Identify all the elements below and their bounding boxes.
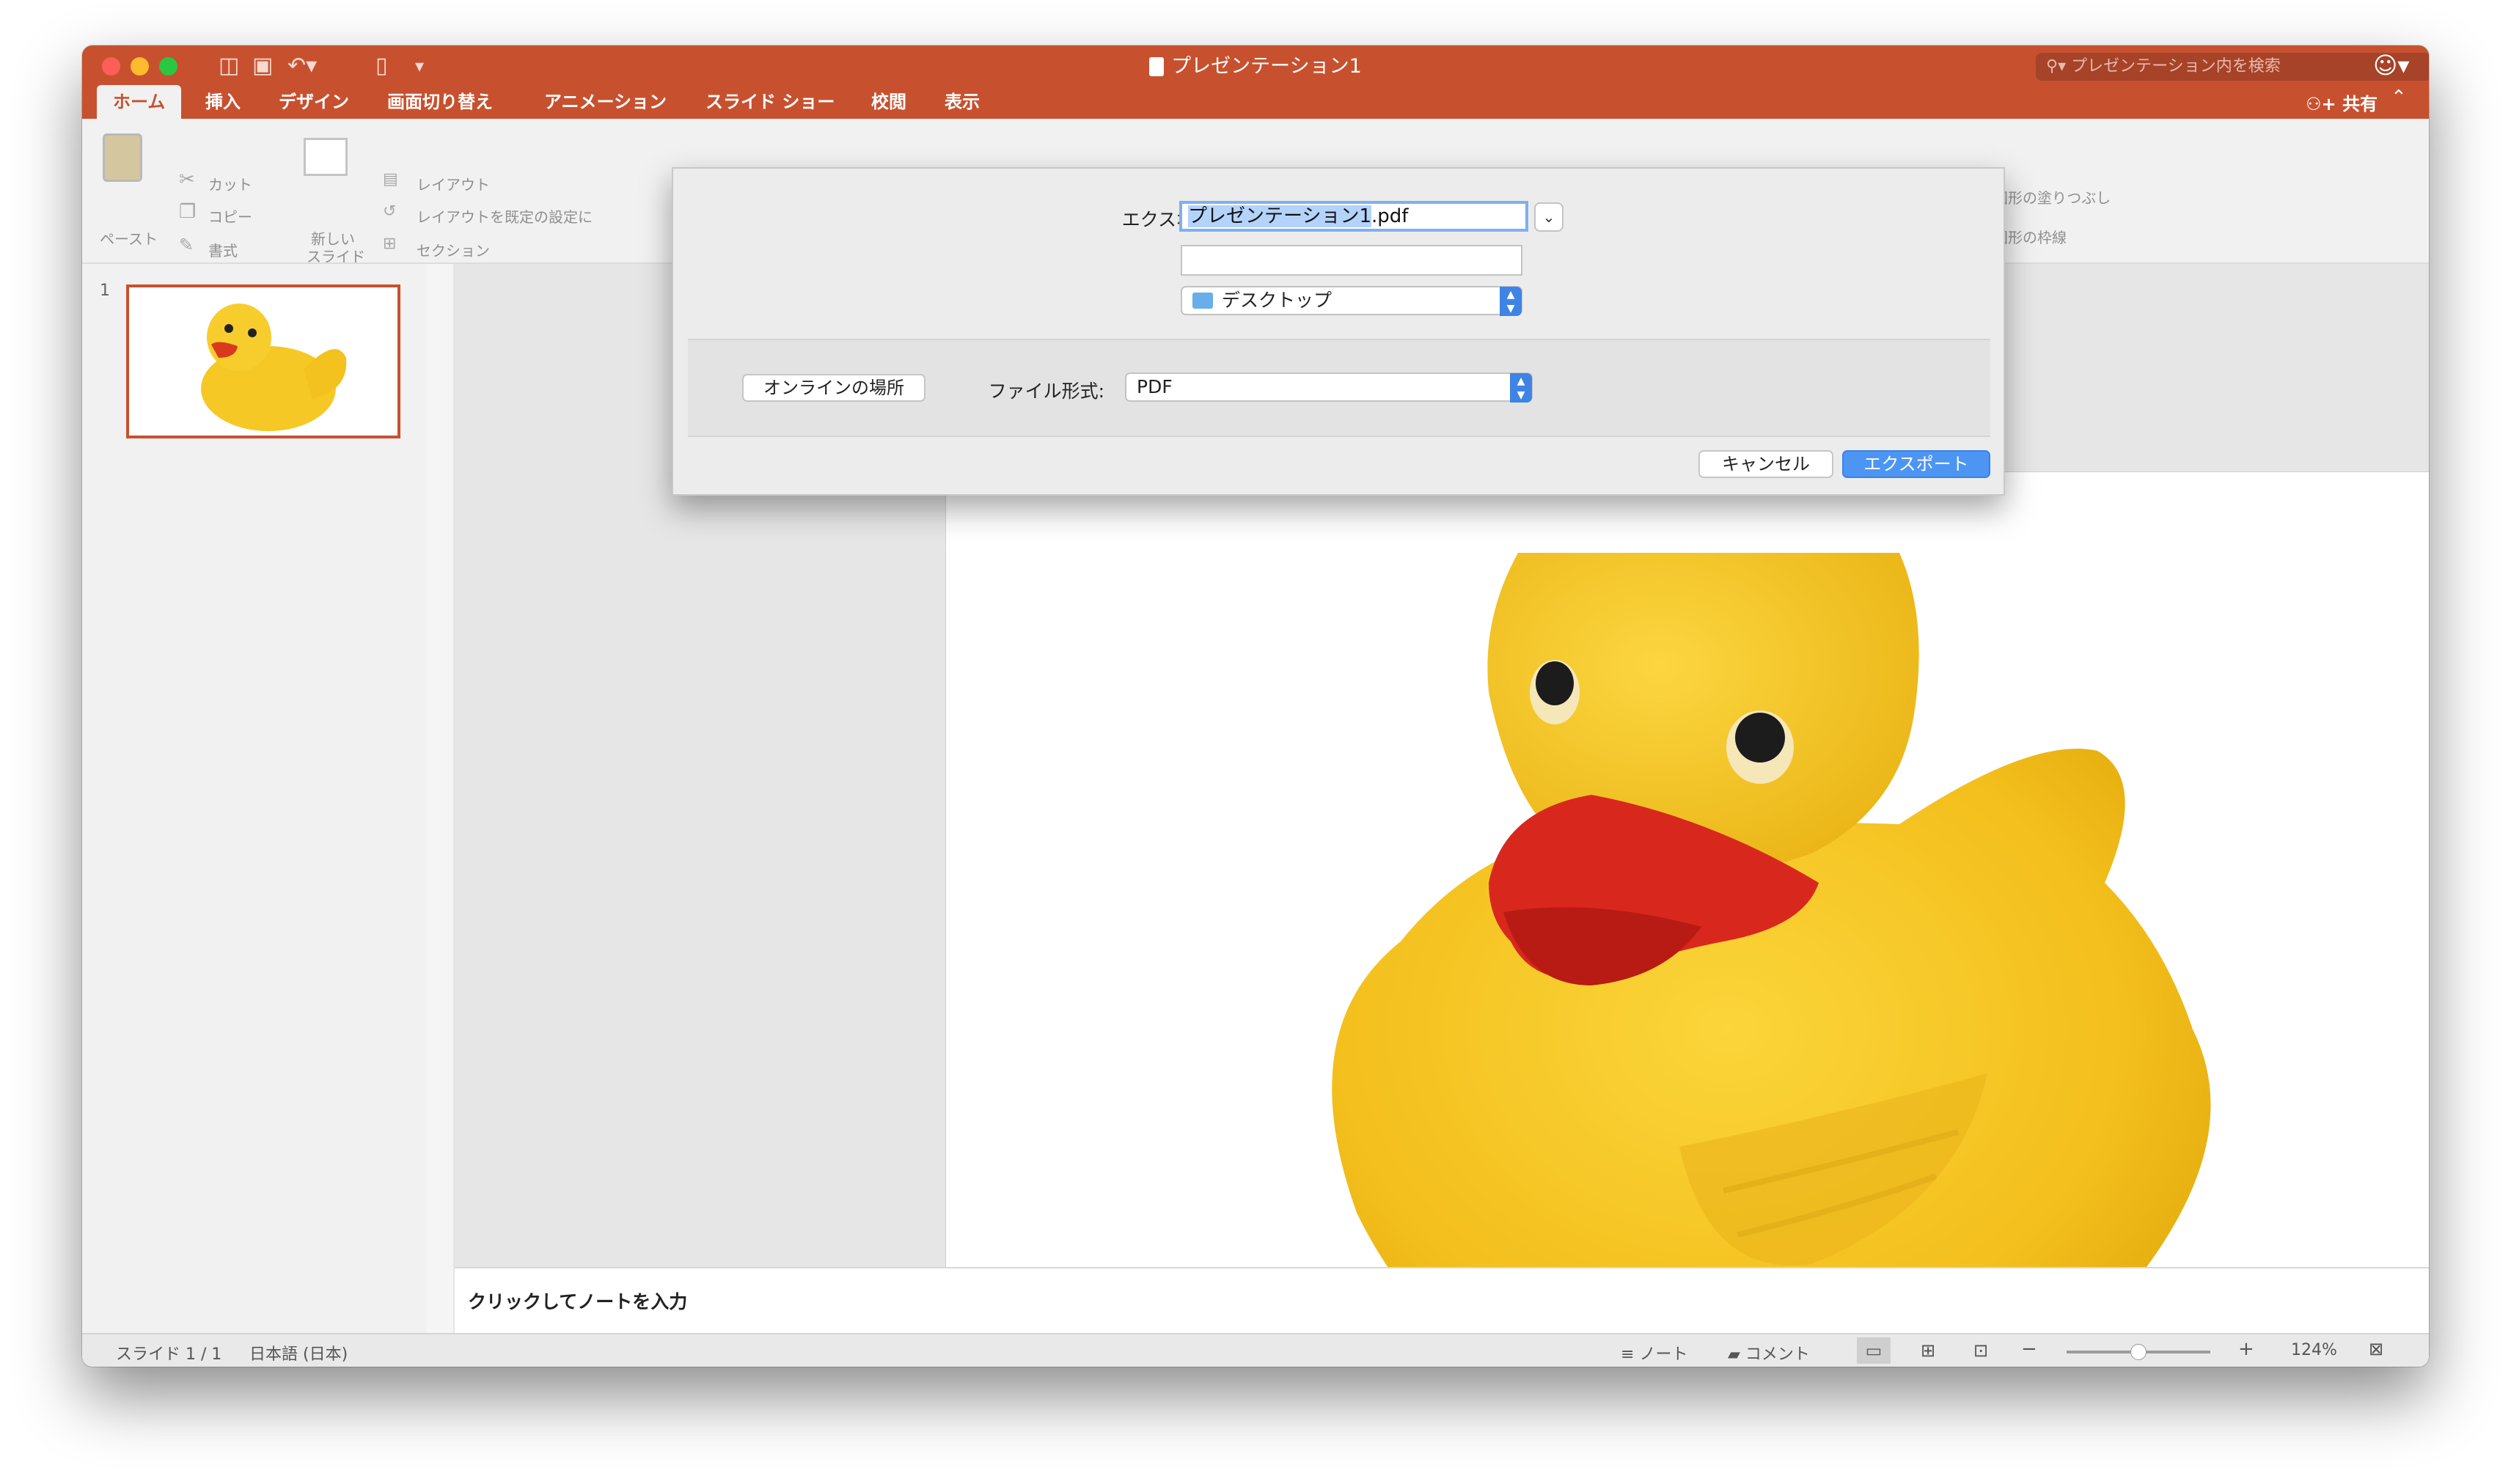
notes-icon: ≡ — [1621, 1345, 1640, 1364]
tab-insert[interactable]: 挿入 — [189, 85, 257, 119]
export-button[interactable]: エクスポート — [1842, 450, 1990, 478]
normal-view-icon: ▭ — [1865, 1340, 1883, 1361]
presenter-view-button[interactable]: ⊡ — [1964, 1337, 1998, 1364]
expand-dialog-button[interactable]: ⌄ — [1534, 202, 1564, 232]
normal-view-button[interactable]: ▭ — [1857, 1337, 1891, 1364]
file-format-popup[interactable]: PDF ▲ ▼ — [1125, 372, 1533, 403]
zoom-out-button[interactable]: − — [2021, 1338, 2037, 1360]
online-locations-button[interactable]: オンラインの場所 — [742, 374, 925, 402]
copy-icon: ❐ — [179, 201, 197, 223]
document-icon — [1149, 57, 1165, 76]
language-label[interactable]: 日本語 (日本) — [249, 1341, 348, 1364]
paste-label[interactable]: ペースト — [100, 227, 158, 249]
section-icon: ⊞ — [383, 235, 397, 253]
slide-thumbnail[interactable] — [126, 284, 400, 438]
reset-icon: ↺ — [383, 202, 397, 221]
filename-input[interactable]: プレゼンテーション1.pdf — [1179, 201, 1528, 232]
tab-home[interactable]: ホーム — [97, 85, 182, 119]
chevron-down-icon: ⌄ — [1542, 208, 1555, 226]
tab-transitions[interactable]: 画面切り替え — [371, 85, 509, 119]
tab-design[interactable]: デザイン — [263, 85, 365, 119]
tab-animations[interactable]: アニメーション — [528, 85, 683, 119]
zoom-in-button[interactable]: + — [2238, 1338, 2254, 1360]
paste-icon[interactable] — [103, 133, 142, 182]
format-painter-button[interactable]: 書式 — [208, 239, 238, 260]
status-bar: スライド 1 / 1 日本語 (日本) ≡ ノート ▰ コメント ▭ ⊞ ⊡ −… — [82, 1333, 2429, 1367]
add-person-icon: ⚇+ — [2306, 94, 2342, 114]
powerpoint-window: ◫ ▣ ↶▾ ▯ ▾ プレゼンテーション1 ⚲▾ プレゼンテーション内を検索 ☺… — [82, 45, 2429, 1367]
section-button[interactable]: セクション — [417, 239, 490, 260]
new-slide-label-2[interactable]: スライド — [307, 245, 365, 266]
notes-placeholder[interactable]: クリックしてノートを入力 — [468, 1288, 687, 1314]
folder-icon — [1192, 293, 1213, 309]
reset-layout-button[interactable]: レイアウトを既定の設定に — [417, 205, 593, 227]
tab-review[interactable]: 校閲 — [855, 85, 923, 119]
new-slide-icon[interactable] — [304, 138, 348, 176]
collapse-ribbon-icon[interactable]: ⌃ — [2391, 87, 2407, 109]
updown-chevron-icon: ▲ ▼ — [1500, 287, 1522, 316]
duck-thumbnail-image — [201, 304, 347, 431]
tab-view[interactable]: 表示 — [928, 85, 996, 119]
search-input[interactable]: ⚲▾ プレゼンテーション内を検索 — [2036, 53, 2429, 81]
slide-position-label: スライド 1 / 1 — [116, 1345, 222, 1364]
slide-sorter-view-button[interactable]: ⊞ — [1911, 1337, 1945, 1364]
cut-button[interactable]: カット — [208, 173, 252, 194]
feedback-smiley-icon[interactable]: ☺▾ — [2373, 51, 2409, 79]
panel-scrollbar[interactable] — [427, 264, 455, 1367]
tab-slideshow[interactable]: スライド ショー — [689, 85, 851, 119]
shape-fill-button[interactable]: 図形の塗りつぶし — [1993, 186, 2111, 207]
slide-number: 1 — [100, 282, 110, 300]
slide-thumbnails-panel: 1 — [82, 264, 428, 1367]
title-bar: ◫ ▣ ↶▾ ▯ ▾ プレゼンテーション1 ⚲▾ プレゼンテーション内を検索 ☺… — [82, 45, 2429, 119]
grid-icon: ⊞ — [1920, 1340, 1936, 1361]
copy-button[interactable]: コピー — [208, 205, 252, 227]
notes-pane[interactable]: クリックしてノートを入力 — [455, 1267, 2429, 1333]
tags-input[interactable] — [1181, 245, 1522, 276]
scissors-icon: ✂ — [179, 169, 195, 191]
notes-toggle-button[interactable]: ≡ ノート — [1621, 1341, 1687, 1364]
updown-chevron-icon: ▲ ▼ — [1510, 373, 1532, 403]
rubber-duck-image[interactable] — [946, 472, 2429, 1367]
slide-canvas[interactable] — [946, 472, 2429, 1367]
search-icon: ⚲▾ — [2046, 57, 2072, 76]
comment-icon: ▰ — [1728, 1345, 1745, 1364]
export-options-section: オンラインの場所 ファイル形式: PDF ▲ ▼ — [688, 339, 1990, 437]
layout-button[interactable]: レイアウト — [417, 173, 490, 194]
format-painter-icon: ✎ — [179, 235, 194, 255]
presentation-icon: ⊡ — [1973, 1340, 1989, 1361]
zoom-level[interactable]: 124% — [2291, 1341, 2337, 1359]
fit-to-window-icon[interactable]: ⊠ — [2369, 1339, 2383, 1359]
export-dialog: エクスポートの プレゼンテーション1.pdf ⌄ タグ: 場所: デスクトップ … — [672, 167, 2005, 496]
location-popup[interactable]: デスクトップ ▲ ▼ — [1181, 286, 1522, 316]
cancel-button[interactable]: キャンセル — [1698, 450, 1833, 478]
comments-button[interactable]: ▰ コメント — [1728, 1341, 1810, 1364]
share-button[interactable]: ⚇+ 共有 — [2306, 89, 2378, 115]
zoom-slider[interactable] — [2067, 1344, 2210, 1360]
zoom-slider-handle[interactable] — [2130, 1344, 2147, 1360]
file-format-label: ファイル形式: — [988, 381, 1104, 402]
layout-icon: ▤ — [383, 170, 398, 188]
